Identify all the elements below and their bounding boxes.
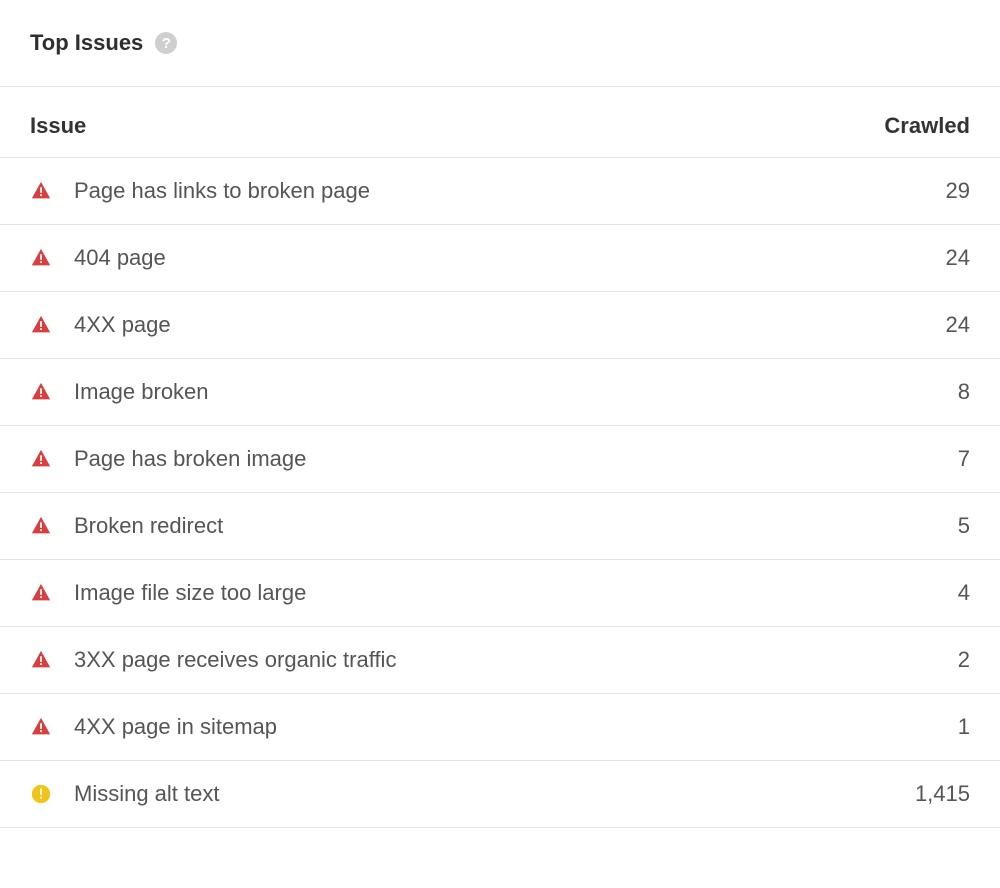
issue-crawled-count: 1,415 <box>915 781 970 807</box>
issue-row[interactable]: Page has links to broken page29 <box>0 158 1000 225</box>
issue-label: Broken redirect <box>74 513 958 539</box>
column-header-issue: Issue <box>30 113 86 139</box>
error-icon <box>30 180 52 202</box>
issue-row[interactable]: 404 page24 <box>0 225 1000 292</box>
top-issues-panel: Top Issues ? Issue Crawled Page has link… <box>0 0 1000 828</box>
issue-row[interactable]: 4XX page in sitemap1 <box>0 694 1000 761</box>
issue-crawled-count: 24 <box>946 245 970 271</box>
issue-row[interactable]: Broken redirect5 <box>0 493 1000 560</box>
error-icon <box>30 515 52 537</box>
error-icon <box>30 314 52 336</box>
issue-row[interactable]: 4XX page24 <box>0 292 1000 359</box>
issue-crawled-count: 8 <box>958 379 970 405</box>
table-header-row: Issue Crawled <box>0 87 1000 158</box>
help-icon[interactable]: ? <box>155 32 177 54</box>
issue-label: Image broken <box>74 379 958 405</box>
error-icon <box>30 247 52 269</box>
issue-crawled-count: 24 <box>946 312 970 338</box>
issue-crawled-count: 4 <box>958 580 970 606</box>
error-icon <box>30 582 52 604</box>
column-header-crawled: Crawled <box>884 113 970 139</box>
issue-label: 4XX page in sitemap <box>74 714 958 740</box>
panel-title: Top Issues <box>30 30 143 56</box>
issue-row[interactable]: 3XX page receives organic traffic2 <box>0 627 1000 694</box>
issue-row[interactable]: Image broken8 <box>0 359 1000 426</box>
warning-icon <box>30 783 52 805</box>
issues-list: Page has links to broken page29404 page2… <box>0 158 1000 828</box>
error-icon <box>30 448 52 470</box>
panel-header: Top Issues ? <box>0 30 1000 87</box>
issue-label: Missing alt text <box>74 781 915 807</box>
issue-crawled-count: 7 <box>958 446 970 472</box>
issue-label: 3XX page receives organic traffic <box>74 647 958 673</box>
issue-crawled-count: 2 <box>958 647 970 673</box>
issue-label: 4XX page <box>74 312 946 338</box>
issue-crawled-count: 29 <box>946 178 970 204</box>
error-icon <box>30 716 52 738</box>
issue-label: 404 page <box>74 245 946 271</box>
issue-row[interactable]: Page has broken image7 <box>0 426 1000 493</box>
issue-row[interactable]: Missing alt text1,415 <box>0 761 1000 828</box>
issue-label: Page has broken image <box>74 446 958 472</box>
issue-crawled-count: 1 <box>958 714 970 740</box>
issue-crawled-count: 5 <box>958 513 970 539</box>
issue-label: Page has links to broken page <box>74 178 946 204</box>
error-icon <box>30 649 52 671</box>
issue-label: Image file size too large <box>74 580 958 606</box>
error-icon <box>30 381 52 403</box>
issue-row[interactable]: Image file size too large4 <box>0 560 1000 627</box>
